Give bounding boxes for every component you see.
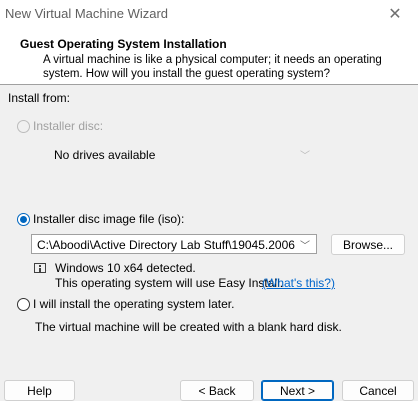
wizard-header: Guest Operating System Installation A vi…: [0, 28, 418, 85]
chevron-down-icon: ﹀: [300, 151, 310, 162]
browse-button[interactable]: Browse...: [331, 234, 405, 255]
os-detected-text: Windows 10 x64 detected.: [55, 261, 196, 275]
back-button[interactable]: < Back: [180, 380, 254, 401]
blank-disk-note: The virtual machine will be created with…: [35, 320, 342, 334]
installer-disc-dropdown[interactable]: No drives available ﹀: [33, 144, 317, 164]
chevron-down-icon: ﹀: [300, 241, 310, 252]
iso-path-value: C:\Aboodi\Active Directory Lab Stuff\190…: [37, 238, 295, 252]
installer-disc-label: Installer disc:: [33, 119, 104, 133]
info-icon: [34, 263, 46, 273]
page-title: Guest Operating System Installation: [20, 37, 227, 51]
easy-install-text: This operating system will use Easy Inst…: [55, 276, 284, 290]
install-later-radio[interactable]: [17, 298, 30, 311]
iso-label: Installer disc image file (iso):: [33, 212, 185, 226]
installer-disc-radio[interactable]: [17, 120, 30, 133]
installer-disc-dropdown-value: No drives available: [54, 148, 156, 162]
page-description: A virtual machine is like a physical com…: [43, 54, 382, 80]
cancel-button[interactable]: Cancel: [342, 380, 414, 401]
install-later-label: I will install the operating system late…: [33, 297, 235, 311]
title-bar: New Virtual Machine Wizard ✕: [0, 0, 418, 29]
iso-path-combo[interactable]: C:\Aboodi\Active Directory Lab Stuff\190…: [31, 234, 317, 254]
whats-this-link[interactable]: (What's this?): [262, 276, 335, 290]
install-from-label: Install from:: [8, 91, 71, 105]
close-icon[interactable]: ✕: [372, 0, 418, 28]
iso-radio[interactable]: [17, 213, 30, 226]
next-button[interactable]: Next >: [261, 380, 334, 401]
help-button[interactable]: Help: [4, 380, 75, 401]
window-title: New Virtual Machine Wizard: [5, 6, 169, 21]
